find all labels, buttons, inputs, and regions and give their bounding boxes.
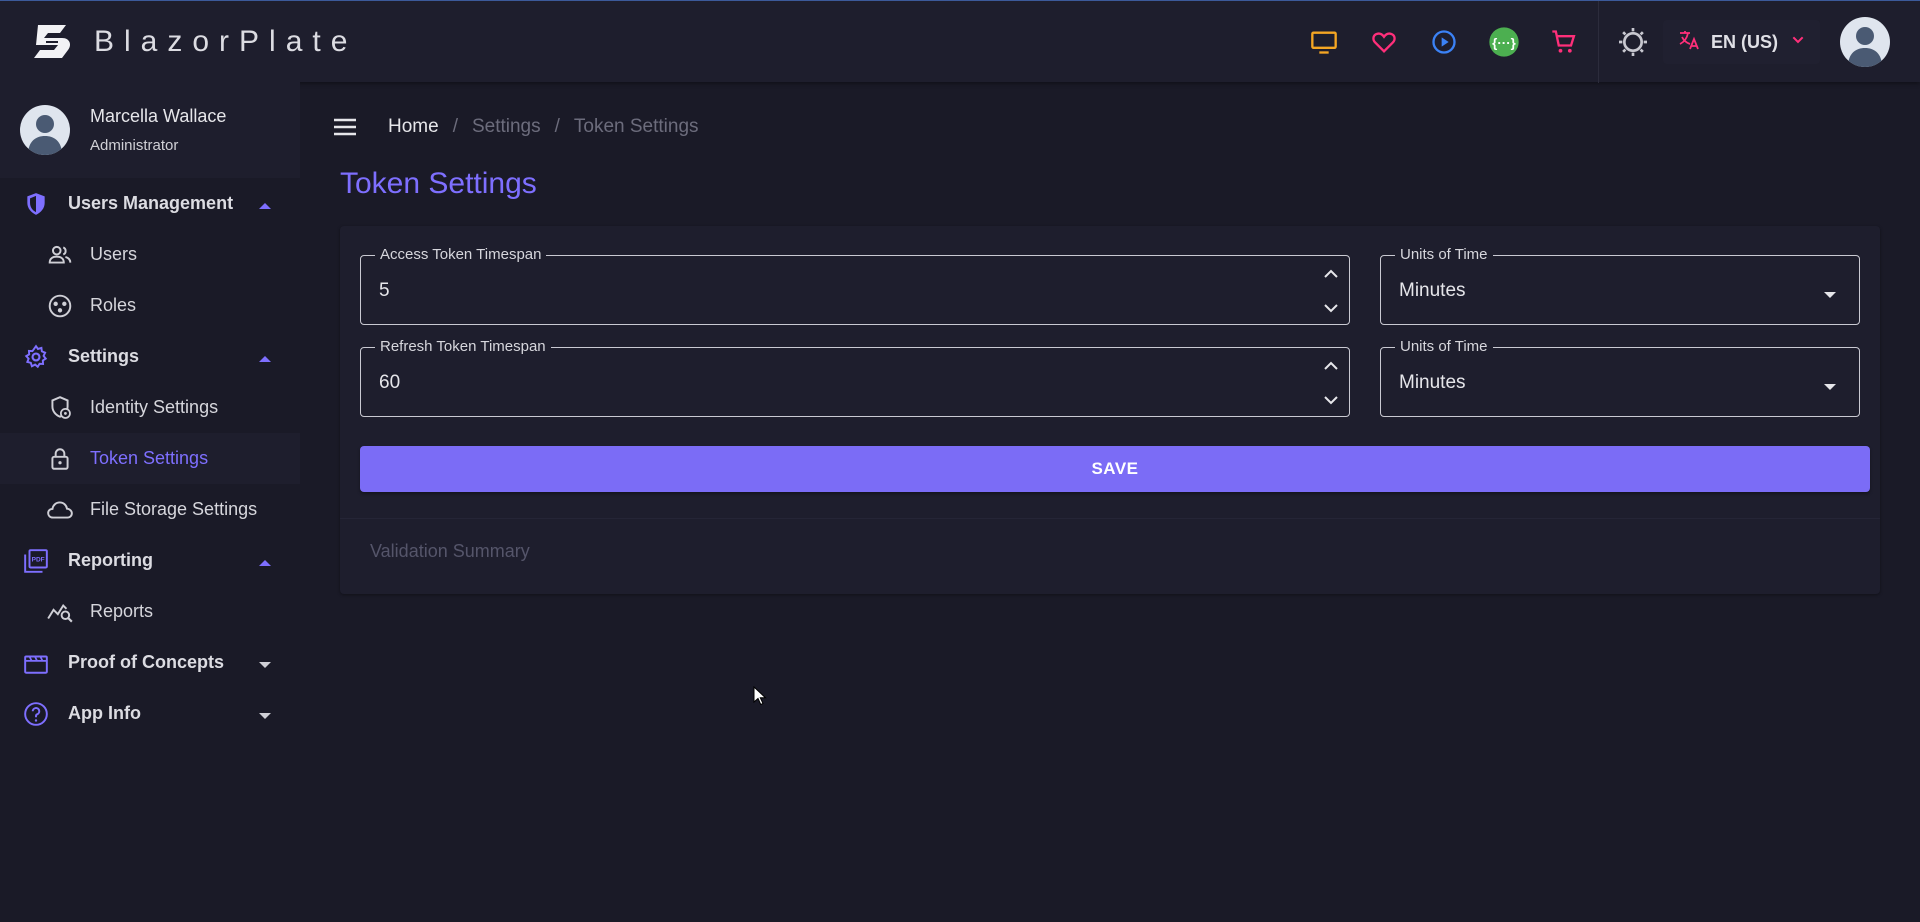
sidebar-group-label: Proof of Concepts [68, 652, 224, 672]
validation-summary: Validation Summary [340, 518, 1880, 594]
svg-text:{···}: {···} [1492, 35, 1516, 50]
sidebar-item-file-storage-settings[interactable]: File Storage Settings [0, 484, 300, 535]
sidebar-item-identity-settings[interactable]: Identity Settings [0, 382, 300, 433]
sidebar-item-roles[interactable]: Roles [0, 280, 300, 331]
numeric-stepper [1319, 262, 1343, 320]
chevron-down-icon [258, 657, 272, 675]
save-button[interactable]: SAVE [360, 446, 1870, 492]
api-icon[interactable]: {···} [1482, 20, 1526, 64]
app-bar: BlazorPlate {···} EN (US) [0, 0, 1920, 83]
mouse-cursor-icon [753, 685, 767, 711]
chevron-down-icon[interactable] [1319, 388, 1343, 412]
breadcrumb-home[interactable]: Home [388, 116, 439, 138]
avatar [20, 105, 70, 155]
sidebar-group-label: Settings [68, 346, 140, 366]
refresh-token-timespan-field[interactable]: Refresh Token Timespan 60 [360, 338, 1350, 417]
shield-icon [22, 190, 50, 218]
user-role: Administrator [90, 137, 179, 154]
sidebar-group-label: Reporting [68, 550, 153, 570]
chevron-down-icon[interactable] [1319, 296, 1343, 320]
sidebar-item-label: Roles [90, 295, 137, 315]
appbar-actions: {···} EN (US) [1294, 1, 1920, 83]
refresh-token-timespan-value: 60 [379, 372, 401, 393]
svg-text:PDF: PDF [32, 556, 45, 563]
heart-icon[interactable] [1362, 20, 1406, 64]
sidebar-group-label: Users Management [68, 193, 234, 213]
user-card: Marcella Wallace Administrator [0, 82, 300, 178]
chevron-up-icon [258, 351, 272, 369]
breadcrumb-row: Home / Settings / Token Settings [330, 112, 699, 142]
page-title: Token Settings [340, 167, 537, 200]
lock-icon [46, 445, 74, 473]
chevron-up-icon [258, 555, 272, 573]
main-content: Home / Settings / Token Settings Token S… [300, 82, 1920, 922]
sidebar-item-reports[interactable]: Reports [0, 586, 300, 637]
field-label: Access Token Timespan [375, 246, 547, 263]
chevron-up-icon[interactable] [1319, 354, 1343, 378]
brand[interactable]: BlazorPlate [32, 23, 357, 61]
reports-icon [46, 598, 74, 626]
appbar-divider [1598, 1, 1599, 83]
help-icon [22, 700, 50, 728]
chevron-down-icon [258, 708, 272, 726]
field-label: Units of Time [1395, 338, 1493, 355]
sidebar-group-users-management[interactable]: Users Management [0, 178, 300, 229]
monitor-icon[interactable] [1302, 20, 1346, 64]
access-token-units-select[interactable]: Units of Time Minutes [1380, 246, 1860, 325]
chevron-up-icon [258, 198, 272, 216]
sidebar-group-app-info[interactable]: App Info [0, 688, 300, 739]
sidebar-item-label: File Storage Settings [90, 499, 258, 519]
chevron-up-icon[interactable] [1319, 262, 1343, 286]
refresh-token-units-value: Minutes [1399, 372, 1466, 393]
cloud-icon [46, 496, 74, 524]
play-circle-icon[interactable] [1422, 20, 1466, 64]
theme-toggle-icon[interactable] [1611, 20, 1655, 64]
sidebar-item-label: Token Settings [90, 448, 209, 468]
roles-icon [46, 292, 74, 320]
gear-icon [22, 343, 50, 371]
sidebar-item-label: Identity Settings [90, 397, 219, 417]
access-token-timespan-field[interactable]: Access Token Timespan 5 [360, 246, 1350, 325]
users-icon [46, 241, 74, 269]
refresh-token-units-select[interactable]: Units of Time Minutes [1380, 338, 1860, 417]
sidebar-item-token-settings[interactable]: Token Settings [0, 433, 300, 484]
chevron-down-icon [1790, 32, 1806, 53]
field-label: Refresh Token Timespan [375, 338, 551, 355]
language-selector[interactable]: EN (US) [1663, 20, 1820, 64]
breadcrumb-separator: / [554, 116, 560, 137]
user-name: Marcella Wallace [90, 106, 227, 126]
sidebar-group-proof-of-concepts[interactable]: Proof of Concepts [0, 637, 300, 688]
caret-down-icon [1823, 378, 1837, 396]
sidebar-group-settings[interactable]: Settings [0, 331, 300, 382]
field-label: Units of Time [1395, 246, 1493, 263]
sidebar-group-reporting[interactable]: PDF Reporting [0, 535, 300, 586]
breadcrumb-settings: Settings [471, 116, 541, 137]
avatar[interactable] [1840, 17, 1890, 67]
sidebar-group-label: App Info [68, 703, 141, 723]
sidebar: Marcella Wallace Administrator Users Man… [0, 82, 300, 922]
sidebar-item-label: Reports [90, 601, 154, 621]
breadcrumb-separator: / [452, 116, 458, 137]
access-token-timespan-value: 5 [379, 280, 390, 301]
breadcrumb-current: Token Settings [573, 116, 699, 137]
cart-icon[interactable] [1542, 20, 1586, 64]
numeric-stepper [1319, 354, 1343, 412]
access-token-units-value: Minutes [1399, 280, 1466, 301]
sidebar-item-label: Users [90, 244, 138, 264]
film-icon [22, 649, 50, 677]
translate-icon [1677, 28, 1701, 57]
language-label: EN (US) [1711, 31, 1778, 52]
caret-down-icon [1823, 286, 1837, 304]
identity-settings-icon [46, 394, 74, 422]
token-settings-card: Access Token Timespan 5 Units of Time Mi… [340, 226, 1880, 594]
sidebar-item-users[interactable]: Users [0, 229, 300, 280]
breadcrumb: Home / Settings / Token Settings [388, 116, 699, 138]
pdf-icon: PDF [22, 547, 50, 575]
menu-icon[interactable] [330, 112, 360, 142]
brand-name: BlazorPlate [94, 24, 358, 58]
brand-logo-icon [32, 23, 74, 61]
